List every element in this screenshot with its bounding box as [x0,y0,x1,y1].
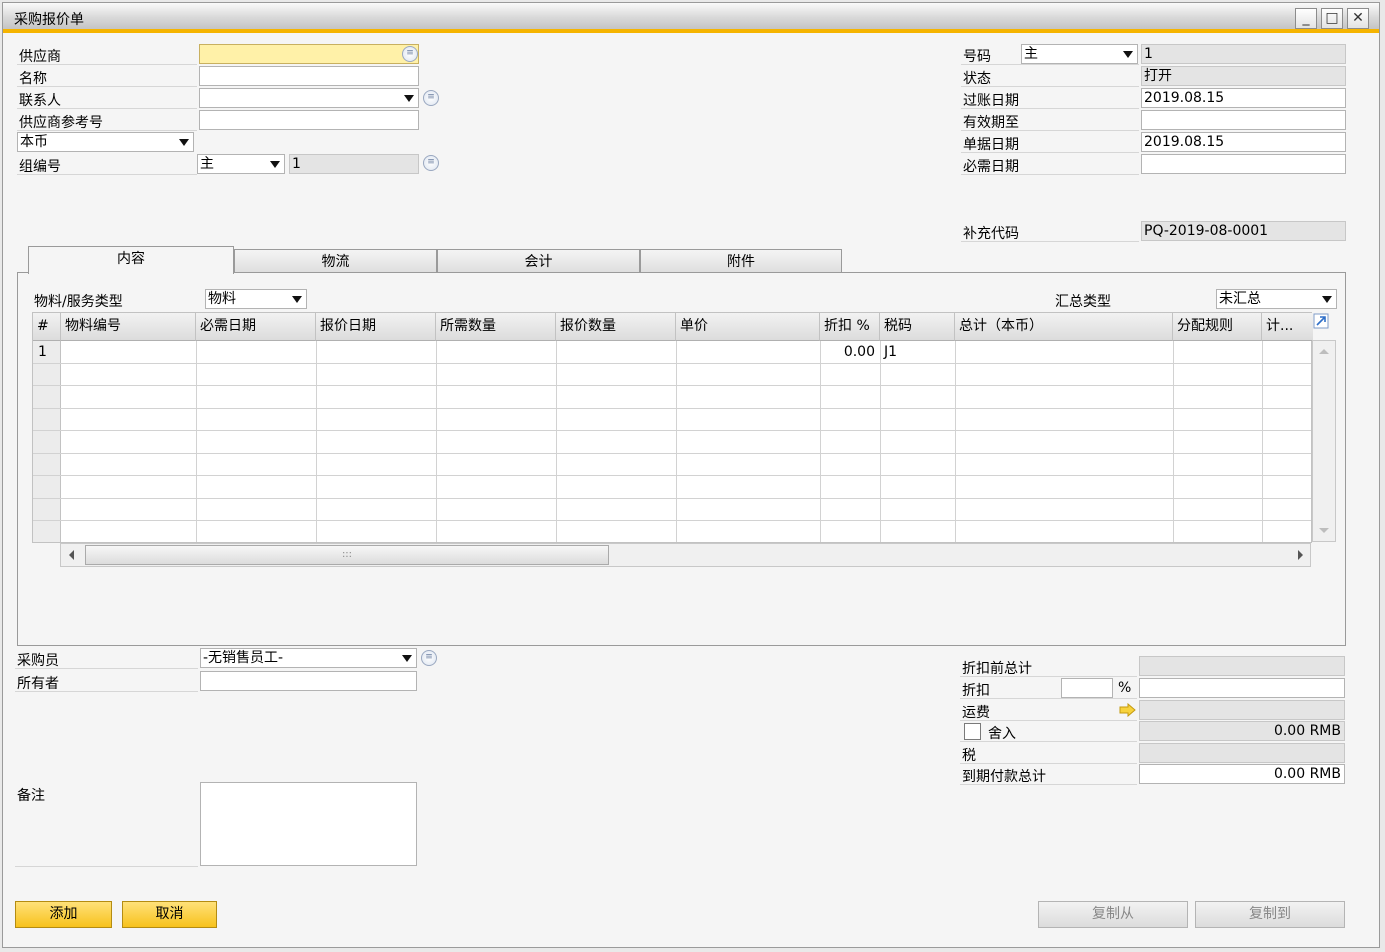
copy-to-button[interactable]: 复制到 [1195,901,1345,928]
currency-dropdown[interactable]: 本币 [17,132,194,152]
supp-code-label: 补充代码 [963,226,1019,242]
vendor-field[interactable] [199,44,419,64]
items-table: # 物料编号 必需日期 报价日期 所需数量 报价数量 单价 折扣 % 税码 总计… [32,312,1313,543]
col-header-unit-price[interactable]: 单价 [676,313,820,341]
group-number-field: 1 [289,154,419,174]
vendor-ref-label: 供应商参考号 [19,115,103,131]
supp-code-field: PQ-2019-08-0001 [1141,221,1346,241]
col-header-tax-code[interactable]: 税码 [880,313,955,341]
col-header-quote-date[interactable]: 报价日期 [316,313,436,341]
contact-details-icon[interactable]: ≡ [423,90,439,106]
doc-date-field[interactable]: 2019.08.15 [1141,132,1346,152]
remarks-label: 备注 [17,788,45,804]
buyer-dropdown[interactable]: -无销售员工- [200,648,417,668]
freight-arrow-icon[interactable] [1119,703,1137,717]
total-before-discount-field [1139,656,1345,676]
add-button[interactable]: 添加 [15,901,112,928]
col-header-required-qty[interactable]: 所需数量 [436,313,556,341]
name-label: 名称 [19,71,47,87]
tab-logistics[interactable]: 物流 [234,249,437,273]
rounding-label: 舍入 [988,726,1016,742]
scroll-left-icon[interactable] [67,549,75,561]
tab-accounting[interactable]: 会计 [437,249,640,273]
posting-date-label: 过账日期 [963,93,1019,109]
doc-number-field: 1 [1141,44,1346,64]
required-date-label: 必需日期 [963,159,1019,175]
total-due-field: 0.00 RMB [1139,764,1345,784]
status-field: 打开 [1141,66,1346,86]
tab-contents[interactable]: 内容 [28,246,234,274]
vertical-scrollbar[interactable] [1312,340,1336,542]
tax-field [1139,743,1345,763]
col-header-distribution-rule[interactable]: 分配规则 [1173,313,1262,341]
item-type-dropdown[interactable]: 物料 [205,289,307,309]
rounding-field: 0.00 RMB [1139,721,1345,741]
vendor-label: 供应商 [19,49,61,65]
doc-date-label: 单据日期 [963,137,1019,153]
discount-percent-field[interactable] [1061,678,1113,698]
vendor-list-icon[interactable]: ≡ [402,46,418,62]
number-series-dropdown[interactable]: 主 [1021,44,1138,64]
scroll-thumb[interactable]: ::: [85,545,609,565]
group-details-icon[interactable]: ≡ [423,155,439,171]
posting-date-field[interactable]: 2019.08.15 [1141,88,1346,108]
maximize-button[interactable]: □ [1321,8,1343,29]
expand-table-icon[interactable] [1313,313,1329,329]
window-title: 采购报价单 [14,12,84,28]
buyer-label: 采购员 [17,653,59,669]
scroll-right-icon[interactable] [1297,549,1305,561]
col-header-discount[interactable]: 折扣 % [820,313,880,341]
col-header-num[interactable]: # [33,313,61,341]
freight-field [1139,700,1345,720]
percent-sign: % [1118,680,1132,696]
col-header-item-no[interactable]: 物料编号 [61,313,196,341]
owner-label: 所有者 [17,676,59,692]
summary-type-dropdown[interactable]: 未汇总 [1216,289,1337,309]
row-1-tax-code[interactable]: J1 [884,341,897,363]
scroll-down-icon[interactable] [1318,527,1330,535]
tab-attachments[interactable]: 附件 [640,249,842,273]
contact-label: 联系人 [19,93,61,109]
scroll-up-icon[interactable] [1318,347,1330,355]
vendor-ref-field[interactable] [199,110,419,130]
required-date-field[interactable] [1141,154,1346,174]
col-header-required-date[interactable]: 必需日期 [196,313,316,341]
close-button[interactable]: ✕ [1347,8,1369,29]
discount-amount-field[interactable] [1139,678,1345,698]
row-1-discount[interactable]: 0.00 [820,341,875,363]
buyer-details-icon[interactable]: ≡ [421,650,437,666]
col-header-quoted-qty[interactable]: 报价数量 [556,313,676,341]
group-label: 组编号 [19,159,61,175]
item-type-label: 物料/服务类型 [34,294,123,310]
tax-label: 税 [962,748,976,764]
contact-dropdown[interactable] [199,88,419,108]
discount-label: 折扣 [962,683,990,699]
rounding-checkbox[interactable] [964,723,981,740]
freight-label: 运费 [962,705,990,721]
col-header-total-lc[interactable]: 总计（本币） [955,313,1173,341]
status-label: 状态 [963,71,991,87]
name-field[interactable] [199,66,419,86]
copy-from-button[interactable]: 复制从 [1038,901,1188,928]
title-bar: 采购报价单 _ □ ✕ [3,3,1379,33]
owner-field[interactable] [200,671,417,691]
summary-type-label: 汇总类型 [1055,294,1111,310]
cancel-button[interactable]: 取消 [122,901,217,928]
total-due-label: 到期付款总计 [962,769,1046,785]
row-1-number: 1 [38,344,47,360]
valid-until-label: 有效期至 [963,115,1019,131]
row-number-column [33,341,61,542]
horizontal-scrollbar[interactable]: ::: [60,543,1311,567]
number-label: 号码 [963,49,991,65]
minimize-button[interactable]: _ [1295,8,1317,29]
valid-until-field[interactable] [1141,110,1346,130]
group-series-dropdown[interactable]: 主 [197,154,285,174]
col-header-more[interactable]: 计... [1262,313,1313,341]
total-before-discount-label: 折扣前总计 [962,661,1032,677]
remarks-textarea[interactable] [200,782,417,866]
